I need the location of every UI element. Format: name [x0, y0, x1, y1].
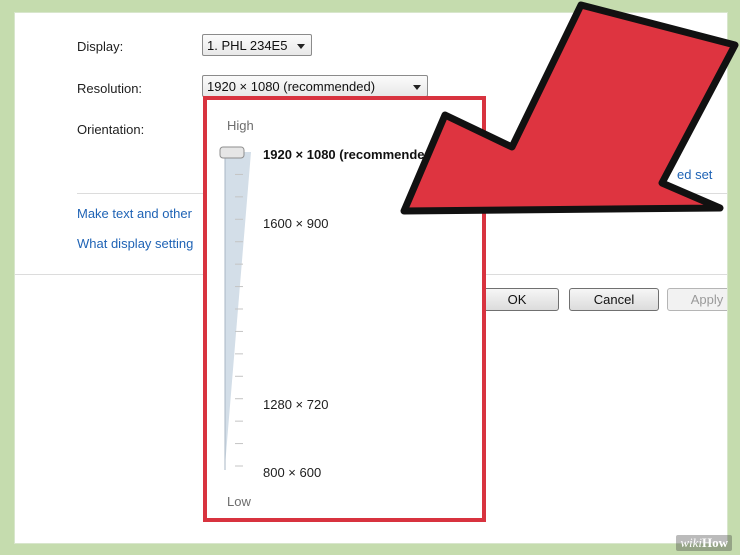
display-dropdown[interactable]: 1. PHL 234E5 — [202, 34, 312, 56]
resolution-slider[interactable] — [207, 100, 482, 518]
slider-low-label: Low — [227, 494, 251, 509]
display-dropdown-value: 1. PHL 234E5 — [207, 38, 288, 53]
resolution-option[interactable]: 1280 × 720 — [263, 397, 328, 412]
ok-button[interactable]: OK — [475, 288, 559, 311]
resolution-slider-popup: High Low 1920 × 1080 (recommende 1600 × … — [203, 96, 486, 522]
advanced-settings-link[interactable]: ed set — [677, 167, 712, 182]
resolution-option[interactable]: 1600 × 900 — [263, 216, 328, 231]
resolution-label: Resolution: — [77, 81, 143, 96]
resolution-option[interactable]: 1920 × 1080 (recommende — [263, 147, 425, 162]
make-text-larger-link[interactable]: Make text and other — [77, 206, 192, 221]
resolution-dropdown-value: 1920 × 1080 (recommended) — [207, 79, 376, 94]
resolution-dropdown[interactable]: 1920 × 1080 (recommended) — [202, 75, 428, 97]
slider-high-label: High — [227, 118, 254, 133]
slider-thumb[interactable] — [219, 146, 245, 159]
apply-button[interactable]: Apply — [667, 288, 727, 311]
orientation-label: Orientation: — [77, 122, 145, 137]
chevron-down-icon — [413, 85, 421, 90]
chevron-down-icon — [297, 44, 305, 49]
resolution-option[interactable]: 800 × 600 — [263, 465, 321, 480]
cancel-button[interactable]: Cancel — [569, 288, 659, 311]
wikihow-watermark: wikiHow — [676, 535, 732, 551]
display-label: Display: — [77, 39, 124, 54]
display-settings-help-link[interactable]: What display setting — [77, 236, 193, 251]
